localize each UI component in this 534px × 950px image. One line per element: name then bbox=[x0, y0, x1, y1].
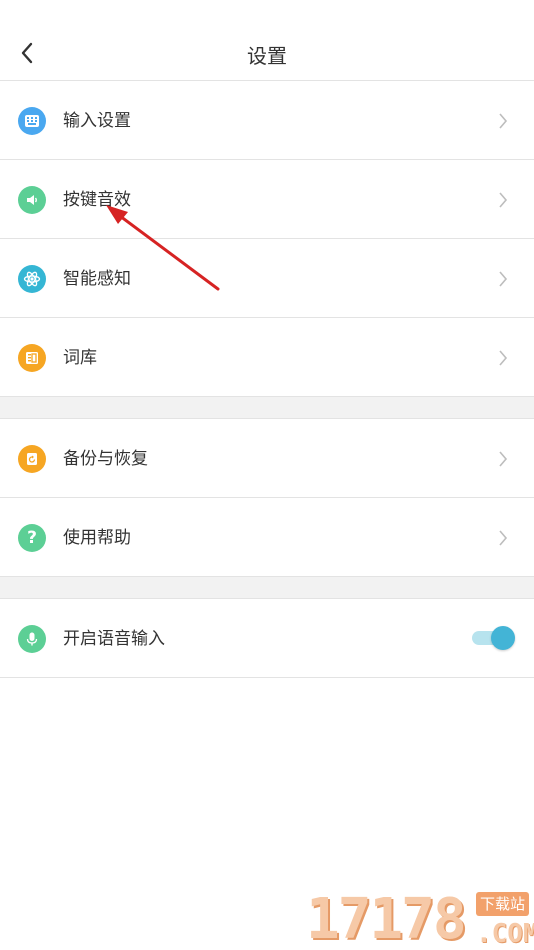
chevron-right-icon bbox=[499, 192, 508, 208]
settings-item-label: 使用帮助 bbox=[63, 528, 131, 548]
section-divider bbox=[0, 577, 534, 599]
page-title: 设置 bbox=[247, 44, 287, 68]
atom-icon bbox=[18, 265, 46, 293]
toggle-knob bbox=[491, 626, 515, 650]
chevron-right-icon bbox=[499, 451, 508, 467]
settings-item-smart-sense[interactable]: 智能感知 bbox=[0, 239, 534, 318]
watermark-badge: 下载站 bbox=[476, 892, 530, 916]
settings-item-label: 按键音效 bbox=[63, 190, 131, 210]
microphone-icon bbox=[18, 625, 46, 653]
settings-item-key-sound[interactable]: 按键音效 bbox=[0, 160, 534, 239]
site-watermark: 17178 下载站 .COM bbox=[306, 884, 534, 950]
watermark-suffix: .COM bbox=[476, 919, 534, 949]
settings-item-input-settings[interactable]: 输入设置 bbox=[0, 81, 534, 160]
voice-input-toggle[interactable] bbox=[470, 623, 518, 653]
backup-icon bbox=[18, 445, 46, 473]
settings-item-backup-restore[interactable]: 备份与恢复 bbox=[0, 419, 534, 498]
settings-item-label: 备份与恢复 bbox=[63, 449, 148, 469]
dictionary-icon bbox=[18, 344, 46, 372]
settings-item-label: 词库 bbox=[63, 348, 97, 368]
chevron-right-icon bbox=[499, 350, 508, 366]
settings-item-label: 输入设置 bbox=[63, 111, 131, 131]
settings-page: 设置 输入设置 按键音效 智能感知 词库 备份与恢复 ? 使用帮助 开启语音输入… bbox=[0, 0, 534, 950]
keyboard-icon bbox=[18, 107, 46, 135]
settings-item-voice-input[interactable]: 开启语音输入 bbox=[0, 599, 534, 678]
help-icon: ? bbox=[18, 524, 46, 552]
chevron-right-icon bbox=[499, 113, 508, 129]
header-bar: 设置 bbox=[0, 0, 534, 81]
speaker-icon bbox=[18, 186, 46, 214]
settings-item-dictionary[interactable]: 词库 bbox=[0, 318, 534, 397]
chevron-right-icon bbox=[499, 530, 508, 546]
settings-item-label: 开启语音输入 bbox=[63, 629, 165, 649]
settings-item-help[interactable]: ? 使用帮助 bbox=[0, 498, 534, 577]
chevron-right-icon bbox=[499, 271, 508, 287]
watermark-digits: 17178 bbox=[306, 887, 467, 950]
settings-item-label: 智能感知 bbox=[63, 269, 131, 289]
section-divider bbox=[0, 397, 534, 419]
